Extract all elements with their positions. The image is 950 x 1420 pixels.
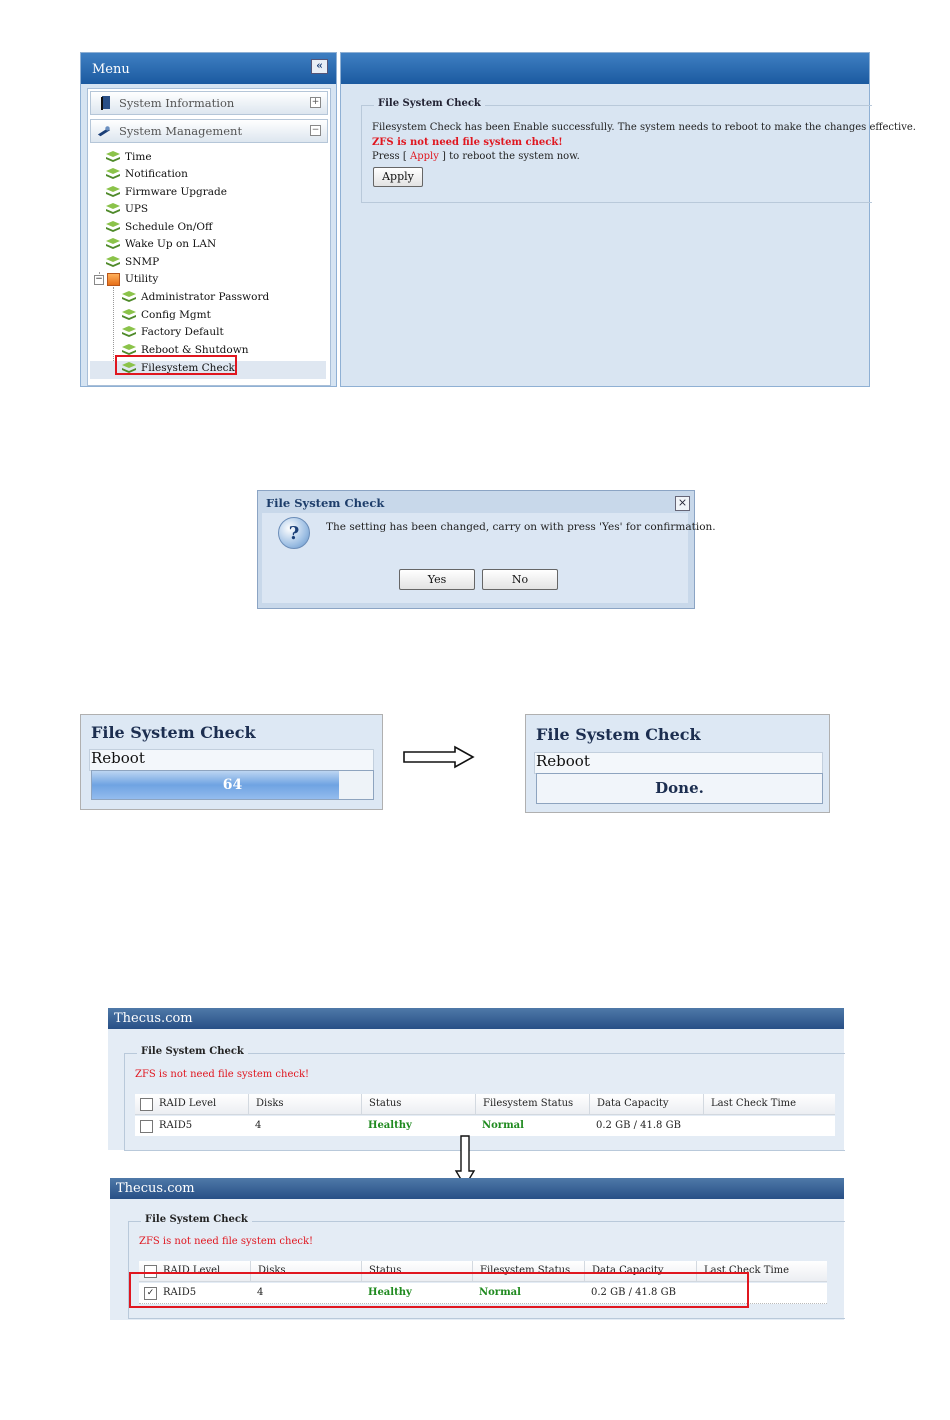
cell-disks: 4 [255,1120,262,1131]
progress-subtitle: Reboot [91,749,145,767]
tree-expander-icon[interactable]: − [94,275,104,285]
highlight-box-filesystem-check [115,355,237,375]
menu-item-label: Administrator Password [141,291,270,303]
menu-title: Menu [92,62,130,77]
dialog-message: The setting has been changed, carry on w… [326,521,716,533]
done-title: File System Check [536,725,701,744]
right-arrow-icon [403,745,475,769]
confirm-dialog: File System Check × ? The setting has be… [257,490,716,609]
cell-raid-level: RAID5 [159,1120,193,1131]
instruction-prefix: Press [ [372,151,407,162]
column-last-check-time: Last Check Time [703,1094,796,1114]
menu-item-label: Factory Default [141,326,224,338]
stack-icon [122,309,136,320]
success-message: Filesystem Check has been Enable success… [372,122,916,133]
book-icon [101,96,110,110]
menu-collapse-button[interactable]: « [311,59,328,74]
content-panel: File System Check Filesystem Check has b… [340,52,916,387]
column-filesystem-status: Filesystem Status [475,1094,573,1114]
reboot-progress-box: File System Check Reboot 64 [80,714,383,810]
yes-button[interactable]: Yes [399,569,475,590]
stack-icon [106,221,120,232]
menu-section-label: System Information [119,96,235,110]
menu-item-label: Notification [125,168,188,180]
column-disks: Disks [248,1094,284,1114]
question-icon: ? [278,517,310,549]
cell-data-capacity: 0.2 GB / 41.8 GB [596,1120,681,1131]
instruction-suffix: ] to reboot the system now. [442,151,580,162]
fieldset-legend: File System Check [374,98,485,109]
fs-check-table-after: Thecus.com File System Check ZFS is not … [110,1178,845,1320]
brand-header: Thecus.com [110,1178,844,1199]
file-system-check-fieldset: File System Check Filesystem Check has b… [361,98,916,203]
menu-item-label: Schedule On/Off [125,221,213,233]
cell-filesystem-status: Normal [482,1120,524,1131]
column-raid-level: RAID Level [159,1098,217,1109]
close-icon[interactable]: × [675,496,690,511]
menu-item-label: UPS [125,203,149,215]
progress-bar: 64 [91,770,374,800]
no-button[interactable]: No [482,569,558,590]
folder-icon [107,273,120,286]
highlight-box-selected-row [129,1272,749,1308]
zfs-warning: ZFS is not need file system check! [139,1236,314,1247]
menu-item-label: Utility [125,273,159,285]
reboot-done-box: File System Check Reboot Done. [525,714,830,813]
expand-icon[interactable]: + [310,97,321,108]
dialog-title: File System Check [266,496,385,510]
select-all-checkbox[interactable] [140,1098,153,1111]
zfs-warning: ZFS is not need file system check! [372,137,563,148]
menu-section-system-management[interactable]: System Management − [90,119,328,143]
table-legend: File System Check [141,1214,252,1225]
brand-name: Thecus.com [116,1181,195,1196]
done-subtitle: Reboot [536,752,590,770]
content-panel-header [341,53,869,84]
progress-title: File System Check [91,723,256,742]
table-legend: File System Check [137,1046,248,1057]
stack-icon [122,291,136,302]
menu-tree: System Information + System Management −… [87,88,331,386]
column-status: Status [361,1094,401,1114]
collapse-icon[interactable]: − [310,125,321,136]
stack-icon [106,238,120,249]
menu-item-label: Firmware Upgrade [125,186,227,198]
stack-icon [106,256,120,267]
wrench-icon [97,126,111,137]
brand-name: Thecus.com [114,1011,193,1026]
table-row[interactable]: RAID5 4 Healthy Normal 0.2 GB / 41.8 GB [135,1116,835,1136]
apply-button[interactable]: Apply [373,167,423,187]
stack-icon [106,186,120,197]
menu-header: Menu « [81,53,336,84]
menu-item-label: Config Mgmt [141,309,211,321]
brand-header: Thecus.com [108,1008,844,1029]
stack-icon [106,151,120,162]
stack-icon [106,203,120,214]
menu-item-label: SNMP [125,256,160,268]
dialog-body: ? The setting has been changed, carry on… [262,513,716,603]
menu-section-system-information[interactable]: System Information + [90,91,328,115]
menu-item-label: Wake Up on LAN [125,238,217,250]
stack-icon [106,168,120,179]
menu-panel: Menu « System Information + System Manag… [80,52,337,387]
zfs-warning: ZFS is not need file system check! [135,1069,310,1080]
column-data-capacity: Data Capacity [589,1094,669,1114]
apply-link[interactable]: Apply [410,151,439,162]
fs-check-table-before: Thecus.com File System Check ZFS is not … [108,1008,845,1151]
cell-status: Healthy [368,1120,412,1131]
done-label: Done. [655,779,704,797]
stack-icon [122,326,136,337]
done-bar: Done. [536,773,823,804]
table-fieldset: File System Check ZFS is not need file s… [128,1214,845,1319]
menu-section-label: System Management [119,124,243,138]
progress-value: 64 [222,777,243,793]
table-header-row: RAID Level Disks Status Filesystem Statu… [135,1094,835,1115]
menu-item-label: Time [125,151,152,163]
reboot-instruction: Press [ Apply ] to reboot the system now… [372,151,580,162]
table-fieldset: File System Check ZFS is not need file s… [124,1046,845,1151]
row-checkbox[interactable] [140,1120,153,1133]
menu-item-utility[interactable]: − Utility [94,271,194,288]
